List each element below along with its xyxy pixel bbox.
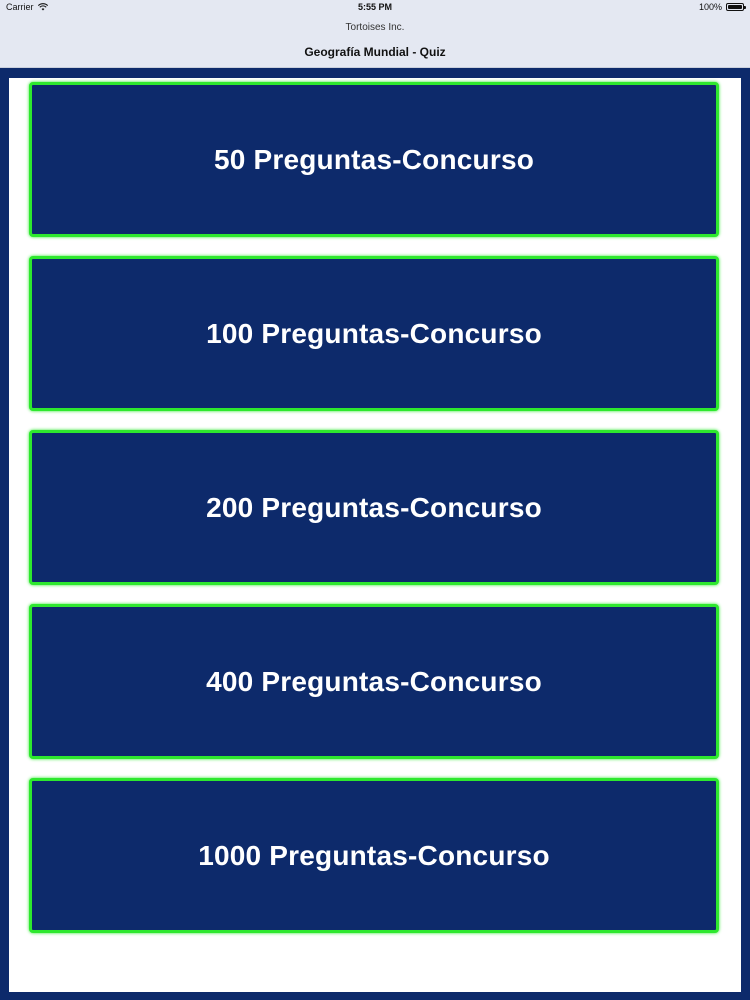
quiz-200-button[interactable]: 200 Preguntas-Concurso xyxy=(29,430,719,585)
quiz-400-button[interactable]: 400 Preguntas-Concurso xyxy=(29,604,719,759)
quiz-100-button[interactable]: 100 Preguntas-Concurso xyxy=(29,256,719,411)
quiz-list: 50 Preguntas-Concurso 100 Preguntas-Conc… xyxy=(9,78,741,992)
status-time: 5:55 PM xyxy=(357,2,392,12)
nav-subtitle: Tortoises Inc. xyxy=(345,22,405,33)
battery-percent: 100% xyxy=(698,2,722,12)
battery-level xyxy=(728,5,742,9)
status-bar: Carrier 5:55 PM 100% xyxy=(0,0,750,16)
nav-title: Geografía Mundial - Quiz xyxy=(304,45,446,59)
battery-icon xyxy=(726,3,746,11)
navigation-bar: Tortoises Inc. Geografía Mundial - Quiz xyxy=(0,16,750,68)
quiz-50-button[interactable]: 50 Preguntas-Concurso xyxy=(29,82,719,237)
quiz-1000-button[interactable]: 1000 Preguntas-Concurso xyxy=(29,778,719,933)
status-right: 100% xyxy=(698,2,746,12)
